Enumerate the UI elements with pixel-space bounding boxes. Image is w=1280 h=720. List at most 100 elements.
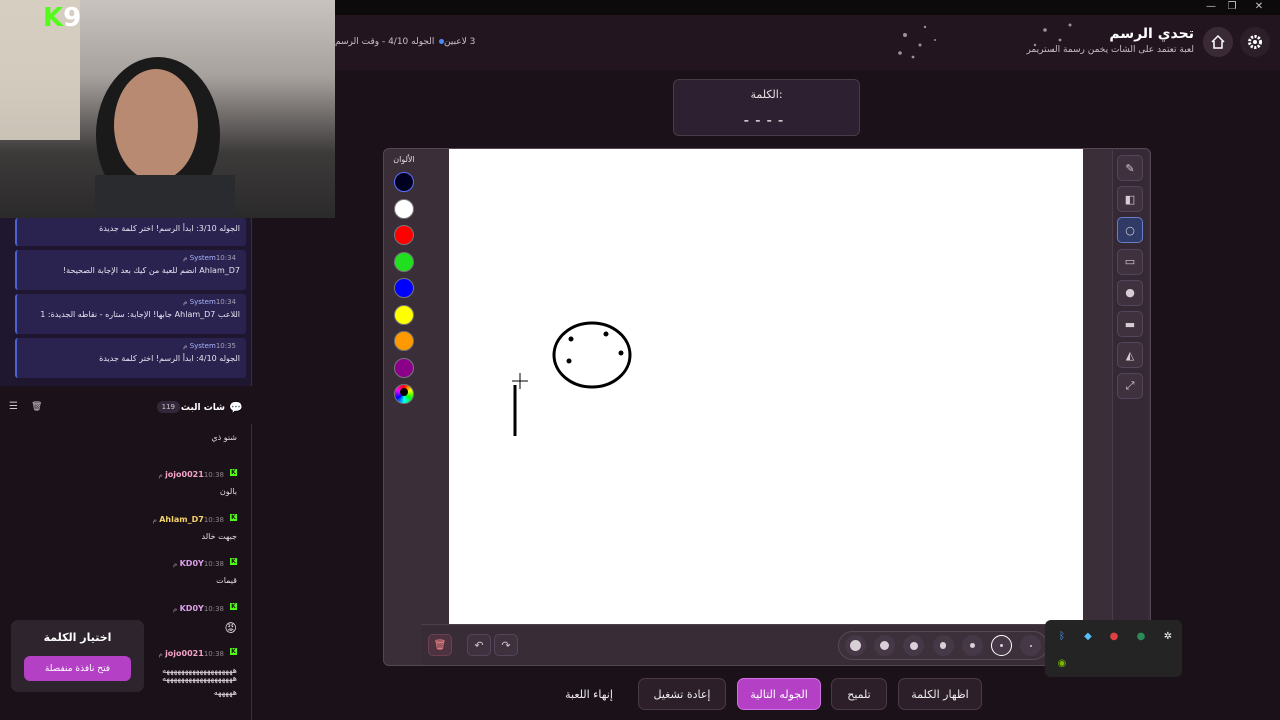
chat-message-text: شنو ذي — [211, 433, 237, 442]
home-button[interactable] — [1203, 27, 1233, 57]
system-feed: الجوله 3/10: ابدأ الرسم! اختر كلمة جديدة… — [0, 218, 252, 386]
fill-bucket-icon: ◭ — [1125, 348, 1135, 362]
color-swatch[interactable] — [394, 198, 414, 219]
filled-circle-icon: ● — [1125, 286, 1135, 300]
redo-button[interactable]: ↷ — [494, 634, 518, 656]
app-title: تحدي الرسم — [1109, 26, 1194, 42]
clear-canvas-button[interactable]: 🗑 — [428, 634, 452, 656]
brush-size-option[interactable] — [845, 635, 866, 656]
maximize-icon[interactable]: ❐ — [1221, 0, 1243, 14]
word-label: الكلمة: — [750, 88, 783, 101]
custom-color-dot — [400, 388, 408, 396]
fill-bucket-tool-button[interactable]: ◭ — [1117, 342, 1143, 369]
end-game-button[interactable]: إنهاء اللعبة — [552, 678, 626, 710]
color-swatch[interactable] — [394, 278, 414, 298]
bluetooth-icon[interactable]: ᛒ — [1056, 631, 1068, 643]
chat-author: Ahlam_D7 — [159, 515, 204, 524]
nvidia-icon[interactable]: ◉ — [1056, 658, 1068, 670]
chat-message: شنو ذي — [7, 433, 237, 442]
kick-badge-icon: K — [230, 514, 237, 521]
chat-icon: 💬 — [229, 401, 243, 414]
filled-circle-tool-button[interactable]: ● — [1117, 279, 1143, 306]
brand-number: 9 — [63, 3, 82, 33]
brush-size-option[interactable] — [991, 635, 1012, 656]
players-count: 3 لاعبين — [436, 37, 475, 47]
pencil-tool-button[interactable]: ✎ — [1117, 155, 1143, 181]
eraser-icon: ◧ — [1124, 192, 1136, 206]
webcam-overlay: K9 — [0, 0, 335, 218]
chat-author: KD0Y — [179, 559, 204, 568]
color-swatch[interactable] — [394, 357, 414, 378]
rectangle-outline-icon: ▭ — [1124, 255, 1136, 269]
home-icon — [1211, 34, 1225, 49]
close-icon[interactable]: ✕ — [1248, 0, 1270, 14]
open-window-button[interactable]: فتح نافذة منفصلة — [24, 656, 131, 681]
custom-color-swatch[interactable] — [394, 384, 414, 404]
rectangle-outline-tool-button[interactable]: ▭ — [1117, 248, 1143, 275]
word-picker-card: اختيار الكلمة فتح نافذة منفصلة — [11, 620, 144, 692]
round-info: الجوله 4/10 - وقت الرسم — [335, 37, 435, 47]
hint-button[interactable]: تلميح — [831, 678, 887, 710]
pencil-icon: ✎ — [1125, 161, 1135, 175]
shield-icon[interactable]: ◆ — [1082, 631, 1094, 643]
color-swatch[interactable] — [394, 251, 414, 272]
brush-size-dot — [850, 640, 861, 651]
brush-size-dot — [909, 641, 918, 650]
circle-outline-tool-button[interactable]: ○ — [1117, 217, 1143, 244]
filled-rectangle-tool-button[interactable]: ▬ — [1117, 311, 1143, 337]
chat-author: KD0Y — [179, 604, 204, 613]
filter-icon[interactable]: ☰ — [9, 401, 18, 412]
players-count-label: 3 لاعبين — [444, 37, 476, 47]
line-icon: ⤢ — [1125, 379, 1135, 393]
app-red-icon[interactable]: ● — [1108, 631, 1120, 643]
color-swatch[interactable] — [394, 172, 414, 192]
line-tool-button[interactable]: ⤢ — [1117, 373, 1143, 400]
circle-outline-icon: ○ — [1125, 223, 1135, 237]
kick-badge-icon: K — [230, 603, 237, 610]
minimize-icon[interactable]: — — [1200, 0, 1222, 14]
eraser-tool-button[interactable]: ◧ — [1117, 186, 1143, 213]
brush-size-option[interactable] — [932, 635, 954, 656]
chat-title: شات البث — [180, 403, 225, 413]
sparkle-decoration — [898, 23, 1072, 59]
brush-size-option[interactable] — [961, 635, 983, 656]
message-author: System — [189, 342, 216, 350]
brush-size-dot — [879, 640, 890, 651]
chat-message: KAhlam_D710:38 م جبهت خالد — [7, 507, 237, 541]
system-message: System10:34 م Ahlam_D7 انضم للعبة من كيك… — [15, 250, 246, 290]
system-message-text: Ahlam_D7 انضم للعبة من كيك بعد الإجابة ا… — [62, 266, 240, 275]
chat-author: jojo0021 — [165, 470, 204, 479]
word-picker-title: اختيار الكلمة — [43, 631, 112, 644]
color-swatch[interactable] — [394, 331, 414, 351]
system-message-text: الجوله 3/10: ابدأ الرسم! اختر كلمة جديدة — [99, 224, 240, 233]
trash-icon[interactable]: 🗑 — [31, 402, 42, 412]
brush-size-dot — [999, 643, 1004, 648]
chat-message: KKD0Y10:38 م قيمات — [7, 551, 237, 585]
word-display: الكلمة: ---- — [673, 79, 860, 136]
settings-button[interactable] — [1240, 27, 1270, 57]
redo-icon: ↷ — [501, 638, 511, 652]
brand-letter: K — [43, 3, 64, 33]
next-round-button[interactable]: الجوله التالية — [737, 678, 821, 710]
system-message-text: اللاعب Ahlam_D7 جابها! الإجابة: ستاره - … — [40, 310, 240, 319]
restart-button[interactable]: إعادة تشغيل — [638, 678, 726, 710]
system-message: System10:35 م الجوله 4/10: ابدأ الرسم! ا… — [15, 338, 246, 378]
undo-icon: ↶ — [474, 638, 484, 652]
color-swatch[interactable] — [394, 225, 414, 245]
chat-message-text: جبهت خالد — [201, 532, 237, 541]
brush-size-dot — [939, 642, 947, 649]
drawing-strokes — [512, 321, 632, 436]
show-word-button[interactable]: اظهار الكلمة — [898, 678, 982, 710]
kick-badge-icon: K — [230, 558, 237, 565]
drawing-canvas[interactable] — [449, 149, 1083, 624]
filled-rectangle-icon: ▬ — [1124, 317, 1136, 331]
message-author: System — [189, 254, 216, 262]
app-green-icon[interactable]: ● — [1135, 631, 1147, 643]
system-message: System10:34 م اللاعب Ahlam_D7 جابها! الإ… — [15, 294, 246, 334]
color-swatch[interactable] — [394, 304, 414, 325]
settings-tray-icon[interactable]: ✲ — [1162, 631, 1174, 643]
word-blanks: ---- — [743, 111, 790, 129]
brush-size-dot — [1029, 644, 1032, 647]
undo-button[interactable]: ↶ — [467, 634, 491, 656]
chat-count-badge: 119 — [156, 401, 180, 413]
